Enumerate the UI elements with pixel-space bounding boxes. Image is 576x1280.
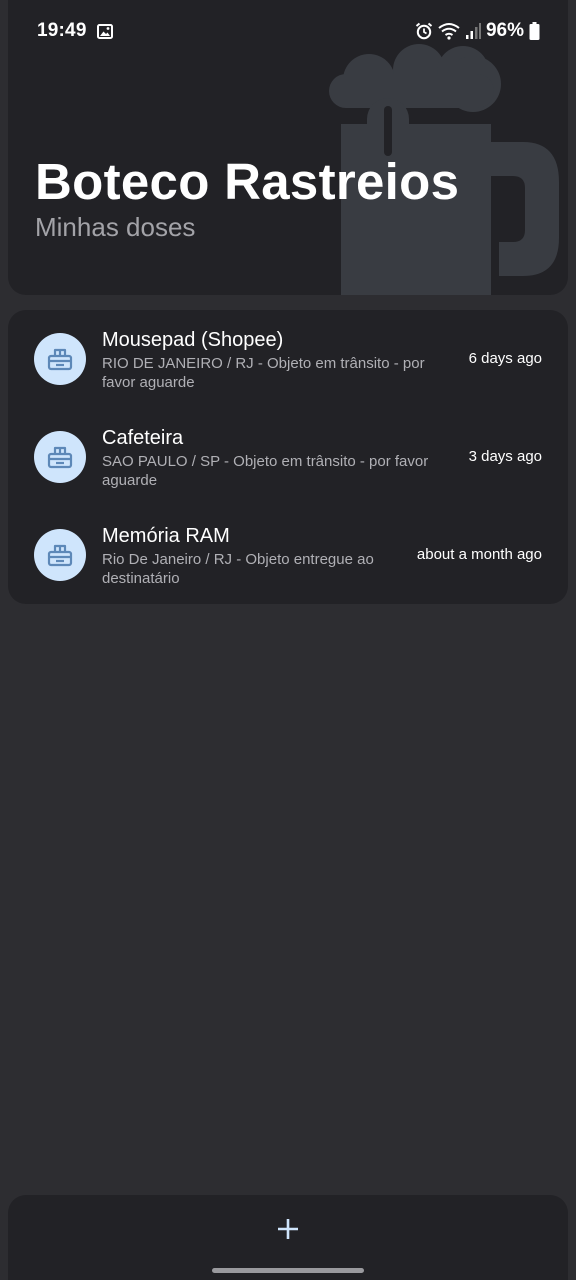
package-time: 6 days ago	[468, 350, 542, 367]
bottom-bar	[8, 1195, 568, 1280]
package-avatar	[34, 529, 86, 581]
package-icon	[47, 544, 73, 567]
add-package-button[interactable]	[268, 1209, 308, 1249]
home-indicator[interactable]	[212, 1268, 364, 1273]
wifi-icon	[438, 23, 460, 40]
status-bar: 19:49 96%	[0, 0, 576, 62]
package-status: RIO DE JANEIRO / RJ - Objeto em trânsito…	[102, 355, 425, 391]
package-icon	[47, 348, 73, 371]
screen: Boteco Rastreios Minhas doses 19:49 96% …	[0, 0, 576, 1280]
app-subtitle: Minhas doses	[35, 212, 196, 242]
package-title: Memória RAM	[102, 525, 230, 547]
package-title: Mousepad (Shopee)	[102, 329, 284, 351]
list-item[interactable]: Cafeteira SAO PAULO / SP - Objeto em trâ…	[8, 408, 568, 506]
package-time: about a month ago	[416, 546, 542, 563]
plus-icon	[278, 1219, 298, 1239]
package-avatar	[34, 431, 86, 483]
app-title: Boteco Rastreios	[35, 153, 460, 210]
list-item[interactable]: Memória RAM Rio De Janeiro / RJ - Objeto…	[8, 506, 568, 604]
package-status: SAO PAULO / SP - Objeto em trânsito - po…	[102, 453, 429, 489]
battery-percentage: 96%	[485, 20, 524, 41]
alarm-icon	[415, 22, 433, 40]
package-status: Rio De Janeiro / RJ - Objeto entregue ao…	[102, 551, 374, 587]
package-icon	[47, 446, 73, 469]
list-item[interactable]: Mousepad (Shopee) RIO DE JANEIRO / RJ - …	[8, 310, 568, 408]
status-time: 19:49	[37, 20, 87, 41]
package-avatar	[34, 333, 86, 385]
package-list: Mousepad (Shopee) RIO DE JANEIRO / RJ - …	[8, 310, 568, 604]
battery-icon	[529, 22, 540, 40]
package-title: Cafeteira	[102, 427, 184, 449]
image-icon	[96, 23, 113, 39]
signal-icon	[465, 23, 481, 39]
package-time: 3 days ago	[468, 448, 542, 465]
